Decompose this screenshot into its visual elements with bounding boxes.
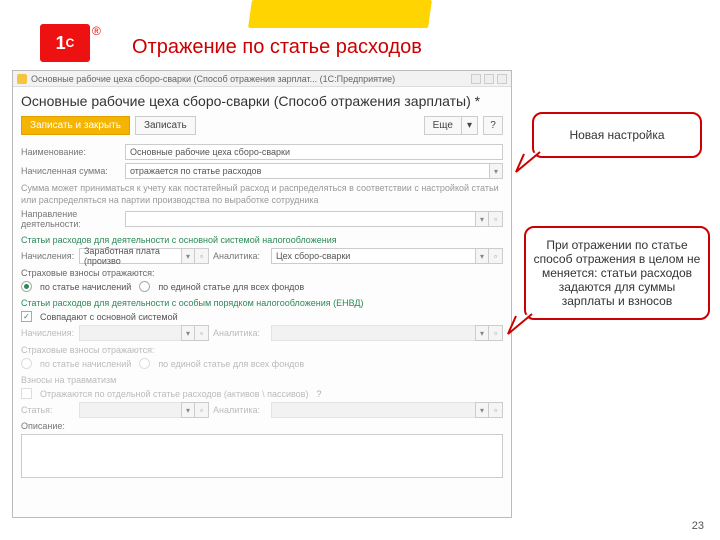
help-button[interactable]: ?: [483, 116, 503, 135]
logo-1c: 1C ®: [40, 24, 101, 62]
chevron-down-icon: ▾: [475, 402, 489, 418]
sum-hint: Сумма может приниматься к учету как пост…: [21, 183, 503, 206]
save-close-button[interactable]: Записать и закрыть: [21, 116, 130, 135]
open-icon[interactable]: ▫: [489, 248, 503, 264]
analytics-label: Аналитика:: [213, 251, 267, 261]
radio-per-item-disabled: [21, 358, 32, 369]
open-icon[interactable]: ▫: [195, 248, 209, 264]
callout-tail-icon: [506, 312, 534, 336]
win-min-icon[interactable]: [471, 74, 481, 84]
name-label: Наименование:: [21, 147, 121, 157]
accrual-input[interactable]: Заработная плата (произво: [79, 248, 181, 264]
radio-single-item-label: по единой статье для всех фондов: [158, 282, 304, 292]
section-envd: Статьи расходов для деятельности с особы…: [21, 298, 503, 308]
slide-title: Отражение по статье расходов: [132, 36, 422, 59]
toolbar: Записать и закрыть Записать Еще ▾ ?: [13, 113, 511, 141]
header-highlight: [248, 0, 432, 28]
sum-mode-select[interactable]: отражается по статье расходов: [125, 163, 489, 179]
radio-single-item-label-disabled: по единой статье для всех фондов: [158, 359, 304, 369]
radio-single-item[interactable]: [139, 281, 150, 292]
app-icon: [17, 74, 27, 84]
open-icon: ▫: [195, 325, 209, 341]
accrual-label: Начисления:: [21, 251, 75, 261]
same-as-main-checkbox[interactable]: [21, 311, 32, 322]
app-window: Основные рабочие цеха сборо-сварки (Спос…: [12, 70, 512, 518]
callout-1-text: Новая настройка: [532, 112, 702, 158]
form-header: Основные рабочие цеха сборо-сварки (Спос…: [13, 87, 511, 113]
radio-per-item[interactable]: [21, 281, 32, 292]
injury-checkbox[interactable]: [21, 388, 32, 399]
callout-tail-icon: [514, 150, 542, 174]
chevron-down-icon: ▾: [475, 325, 489, 341]
chevron-down-icon[interactable]: ▾: [475, 248, 489, 264]
page-number: 23: [692, 520, 704, 532]
callout-2: При отражении по статье способ отражения…: [524, 226, 710, 320]
window-controls: [471, 74, 507, 84]
callout-1: Новая настройка: [532, 112, 702, 158]
chevron-down-icon: ▾: [181, 402, 195, 418]
section-main: Статьи расходов для деятельности с основ…: [21, 235, 503, 245]
injury-label: Отражаются по отдельной статье расходов …: [40, 389, 308, 399]
name-input[interactable]: Основные рабочие цеха сборо-сварки: [125, 144, 503, 160]
sum-label: Начисленная сумма:: [21, 166, 121, 176]
radio-per-item-label: по статье начислений: [40, 282, 131, 292]
window-title-text: Основные рабочие цеха сборо-сварки (Спос…: [31, 74, 471, 84]
callout-2-text: При отражении по статье способ отражения…: [524, 226, 710, 320]
analytics-input-disabled: [271, 325, 475, 341]
description-label: Описание:: [21, 421, 121, 431]
analytics-input[interactable]: Цех сборо-сварки: [271, 248, 475, 264]
win-close-icon[interactable]: [497, 74, 507, 84]
item-label: Статья:: [21, 405, 75, 415]
form-body: Наименование: Основные рабочие цеха сбор…: [13, 144, 511, 484]
direction-label: Направление деятельности:: [21, 209, 121, 229]
contrib-section-disabled: Страховые взносы отражаются:: [21, 345, 503, 355]
analytics-label-disabled: Аналитика:: [213, 328, 267, 338]
chevron-down-icon[interactable]: ▾: [489, 163, 503, 179]
win-max-icon[interactable]: [484, 74, 494, 84]
direction-input[interactable]: [125, 211, 475, 227]
section-injury: Взносы на травматизм: [21, 375, 503, 385]
more-button[interactable]: Еще ▾: [424, 116, 478, 135]
open-icon: ▫: [489, 325, 503, 341]
chevron-down-icon: ▾: [462, 116, 478, 135]
window-titlebar: Основные рабочие цеха сборо-сварки (Спос…: [13, 71, 511, 87]
contrib-section: Страховые взносы отражаются:: [21, 268, 503, 278]
chevron-down-icon: ▾: [181, 325, 195, 341]
chevron-down-icon[interactable]: ▾: [475, 211, 489, 227]
help-icon[interactable]: ?: [316, 389, 321, 399]
open-icon[interactable]: ▫: [489, 211, 503, 227]
open-icon: ▫: [489, 402, 503, 418]
save-button[interactable]: Записать: [135, 116, 196, 135]
accrual-input-disabled: [79, 325, 181, 341]
item-input-disabled: [79, 402, 181, 418]
analytics-label-disabled2: Аналитика:: [213, 405, 267, 415]
description-input[interactable]: [21, 434, 503, 478]
analytics-input-disabled2: [271, 402, 475, 418]
radio-single-item-disabled: [139, 358, 150, 369]
accrual-label-disabled: Начисления:: [21, 328, 75, 338]
open-icon: ▫: [195, 402, 209, 418]
same-as-main-label: Совпадают с основной системой: [40, 312, 178, 322]
radio-per-item-label-disabled: по статье начислений: [40, 359, 131, 369]
chevron-down-icon[interactable]: ▾: [181, 248, 195, 264]
